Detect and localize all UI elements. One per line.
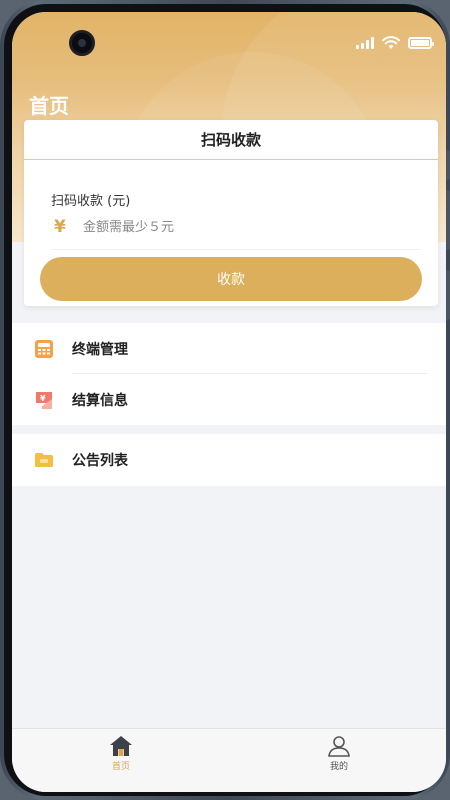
power-button (446, 270, 450, 320)
announcement-folder-icon (35, 453, 53, 467)
settlement-yen-icon: ¥ (36, 391, 52, 409)
svg-text:¥: ¥ (40, 394, 46, 403)
app-screen: 首页 扫码收款 扫码收款 (元) ¥ 收款 (12, 12, 446, 792)
page-title: 首页 (29, 94, 69, 118)
phone-frame: 首页 扫码收款 扫码收款 (元) ¥ 收款 (0, 0, 450, 800)
card-title: 扫码收款 (24, 120, 438, 160)
pos-terminal-icon (35, 339, 53, 358)
tab-profile[interactable]: 我的 (309, 735, 369, 772)
tab-home[interactable]: 首页 (91, 735, 151, 772)
menu-group-secondary: 公告列表 (12, 434, 446, 486)
home-icon (110, 736, 132, 756)
wifi-icon (382, 36, 400, 49)
menu-group-main: 终端管理 ¥ 结算信息 (12, 323, 446, 425)
scan-collect-card: 扫码收款 扫码收款 (元) ¥ 收款 (24, 120, 438, 306)
volume-down-button (446, 190, 450, 250)
phone-bezel: 首页 扫码收款 扫码收款 (元) ¥ 收款 (4, 4, 446, 796)
front-camera (69, 30, 95, 56)
tab-label-profile: 我的 (329, 762, 348, 772)
battery-icon (408, 37, 434, 49)
amount-input[interactable] (83, 215, 413, 239)
menu-label-announcements: 公告列表 (72, 453, 128, 469)
tab-label-home: 首页 (111, 762, 130, 772)
menu-label-terminal: 终端管理 (72, 341, 128, 358)
input-underline (51, 249, 421, 250)
amount-label: 扫码收款 (元) (51, 194, 131, 209)
yen-icon: ¥ (54, 217, 66, 237)
menu-item-announcements[interactable]: 公告列表 (12, 434, 446, 486)
cellular-signal-icon (356, 37, 374, 49)
menu-item-settlement[interactable]: ¥ 结算信息 (12, 374, 446, 425)
collect-button[interactable]: 收款 (40, 257, 422, 301)
bottom-tab-bar: 首页 我的 (12, 728, 446, 792)
menu-label-settlement: 结算信息 (72, 392, 128, 409)
user-icon (328, 736, 350, 757)
status-bar (356, 36, 434, 50)
volume-up-button (446, 150, 450, 180)
menu-item-terminal[interactable]: 终端管理 (12, 323, 446, 374)
